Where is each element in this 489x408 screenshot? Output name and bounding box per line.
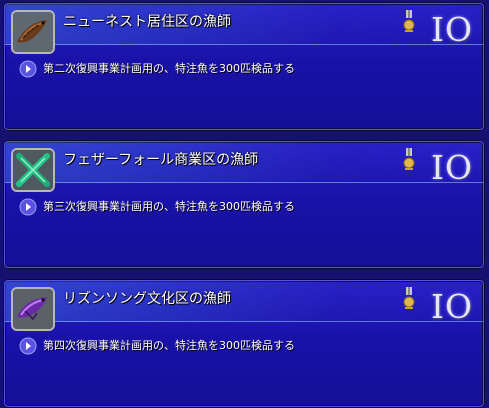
objective-text: 第四次復興事業計画用の、特注魚を300匹検品する — [43, 339, 295, 352]
objective-text: 第三次復興事業計画用の、特注魚を300匹検品する — [43, 200, 295, 213]
quest-card[interactable]: ニューネスト居住区の漁師 IO 第二次復興事業計画用の、特注魚を300匹検品する — [4, 3, 484, 130]
quest-card[interactable]: フェザーフォール商業区の漁師 IO 第三次復興事業計画用の、特注魚を300匹検品… — [4, 141, 484, 268]
quest-title: フェザーフォール商業区の漁師 — [63, 152, 259, 168]
quest-title: リズンソング文化区の漁師 — [63, 291, 231, 307]
objective-row: 第四次復興事業計画用の、特注魚を300匹検品する — [19, 337, 473, 357]
objective-row: 第二次復興事業計画用の、特注魚を300匹検品する — [19, 60, 473, 80]
quest-list: ニューネスト居住区の漁師 IO 第二次復興事業計画用の、特注魚を300匹検品する — [0, 0, 489, 408]
fish-icon — [11, 10, 55, 54]
crossed-blades-icon — [11, 148, 55, 192]
medal-icon — [403, 10, 415, 32]
level-emblem: IO — [431, 148, 474, 187]
quest-title: ニューネスト居住区の漁師 — [63, 14, 231, 30]
fish-icon — [11, 287, 55, 331]
objective-bullet-icon — [19, 198, 37, 216]
objective-row: 第三次復興事業計画用の、特注魚を300匹検品する — [19, 198, 473, 218]
objective-text: 第二次復興事業計画用の、特注魚を300匹検品する — [43, 62, 295, 75]
objective-bullet-icon — [19, 60, 37, 78]
level-emblem: IO — [431, 287, 474, 326]
medal-icon — [403, 148, 415, 170]
medal-icon — [403, 287, 415, 309]
level-emblem: IO — [431, 10, 474, 49]
objective-bullet-icon — [19, 337, 37, 355]
quest-card[interactable]: リズンソング文化区の漁師 IO 第四次復興事業計画用の、特注魚を300匹検品する — [4, 280, 484, 407]
